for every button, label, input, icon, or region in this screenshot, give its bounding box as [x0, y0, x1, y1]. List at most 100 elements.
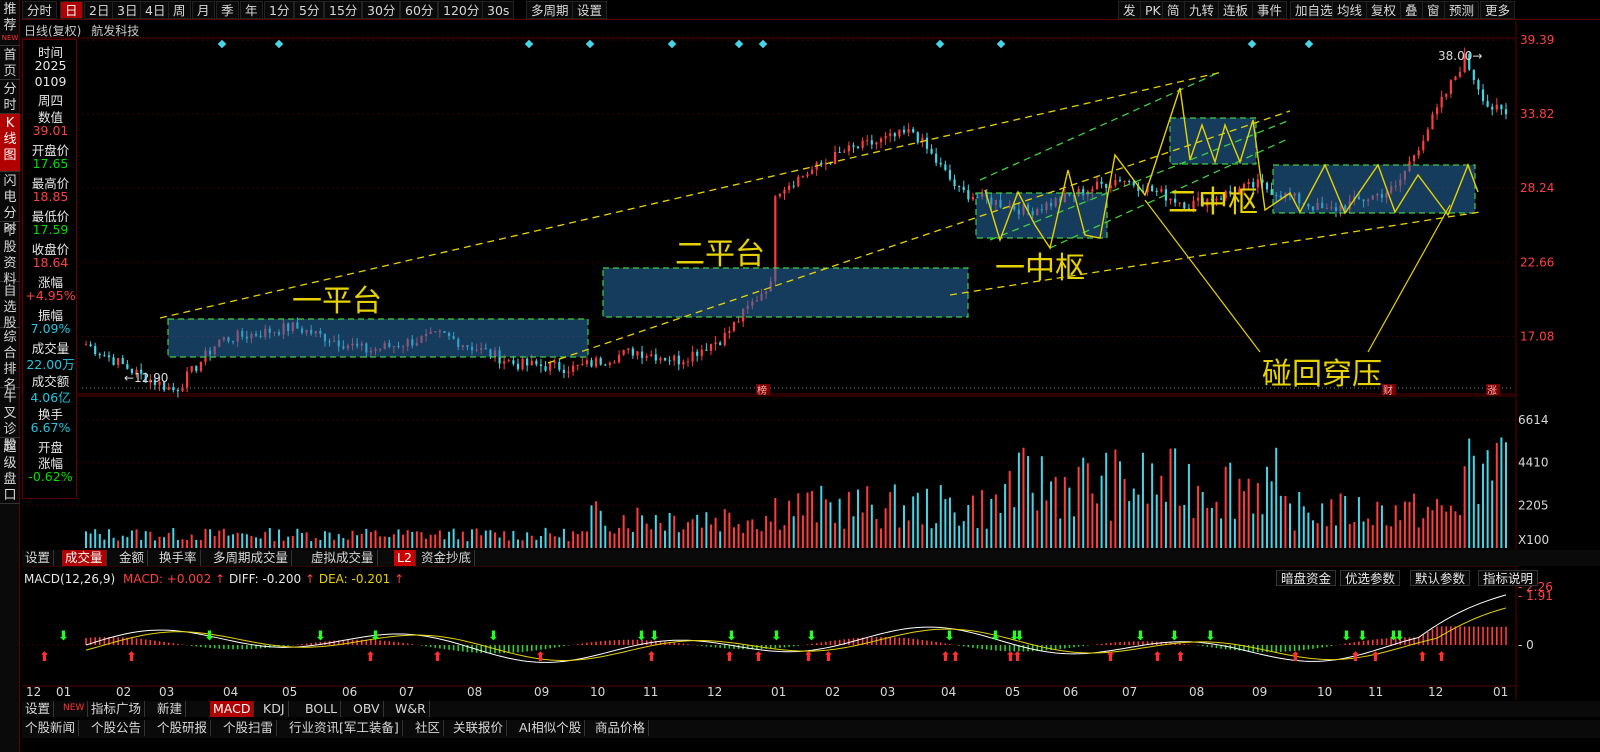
bottom-tab-3[interactable]: 个股扫雷: [220, 720, 278, 736]
candle-body: [797, 176, 800, 187]
period-6[interactable]: 月: [192, 1, 215, 19]
macd-bar: [200, 645, 202, 647]
toolbar-right-3[interactable]: 九转: [1184, 1, 1220, 19]
period-16[interactable]: 多周期: [526, 1, 574, 19]
candle-body: [1472, 69, 1475, 81]
bottom-tab-2[interactable]: 个股研报: [154, 720, 212, 736]
macd-btn-3[interactable]: 指标说明: [1478, 570, 1539, 586]
indicator-tab-6[interactable]: BOLL: [302, 701, 342, 717]
volume-tab-5[interactable]: 虚拟成交量: [308, 550, 378, 566]
left-tab-0[interactable]: 推荐 NEW: [0, 0, 20, 46]
macd-btn-0[interactable]: 暗盘资金: [1276, 570, 1337, 586]
indicator-tab-7[interactable]: OBV: [350, 701, 384, 717]
indicator-tab-4[interactable]: MACD: [210, 701, 255, 717]
toolbar-right-5[interactable]: 事件: [1252, 1, 1288, 19]
candle-body: [236, 331, 239, 342]
annotation-platform1: 一平台: [292, 284, 382, 319]
left-tab-2[interactable]: 分时图: [0, 80, 20, 129]
period-17[interactable]: 设置: [572, 1, 608, 19]
toolbar-right-8[interactable]: 复权: [1366, 1, 1402, 19]
indicator-tab-8[interactable]: W&R: [392, 701, 430, 717]
period-1[interactable]: 日: [60, 1, 83, 19]
period-0[interactable]: 分时: [22, 1, 58, 19]
volume-tab-4[interactable]: 多周期成交量: [210, 550, 293, 566]
indicator-tab-2[interactable]: 指标广场: [88, 701, 146, 717]
left-tab-6[interactable]: 自选股: [0, 282, 20, 331]
volume-bar: [1449, 505, 1452, 548]
toolbar-right-11[interactable]: 预测: [1444, 1, 1480, 19]
period-10[interactable]: 5分: [294, 1, 325, 19]
indicator-tab-3[interactable]: 新建: [154, 701, 187, 717]
candle-body: [985, 192, 988, 198]
macd-header: MACD(12,26,9) MACD: +0.002 ↑ DIFF: -0.20…: [24, 572, 405, 586]
bottom-tab-0[interactable]: 个股新闻: [22, 720, 80, 736]
period-4[interactable]: 4日: [140, 1, 171, 19]
left-tab-3[interactable]: K线图: [0, 114, 20, 172]
macd-bar: [673, 642, 676, 645]
indicator-tab-1[interactable]: NEW: [60, 701, 89, 717]
period-12[interactable]: 30分: [362, 1, 401, 19]
bottom-tab-8[interactable]: 商品价格: [592, 720, 650, 736]
period-3[interactable]: 3日: [112, 1, 143, 19]
volume-tab-6[interactable]: L2: [394, 550, 416, 566]
candle-body: [135, 369, 138, 374]
left-tab-8[interactable]: 牛叉诊股: [0, 388, 20, 453]
info-value: 18.85: [32, 189, 69, 204]
macd-btn-1[interactable]: 优选参数: [1340, 570, 1401, 586]
macd-btn-2[interactable]: 默认参数: [1410, 570, 1471, 586]
volume-tab-1[interactable]: 成交量: [62, 550, 107, 566]
period-2[interactable]: 2日: [84, 1, 115, 19]
volume-bar: [944, 499, 947, 548]
candle-body: [673, 355, 676, 361]
toolbar-right-7[interactable]: 均线: [1332, 1, 1368, 19]
sell-signal-arrow: ⬇: [370, 629, 381, 644]
volume-bar: [1137, 494, 1140, 548]
macd-bar: [880, 636, 882, 645]
left-tab-9[interactable]: 超级盘口: [0, 438, 20, 504]
volume-tab-0[interactable]: 设置: [22, 550, 55, 566]
bottom-tab-6[interactable]: 关联报价: [450, 720, 508, 736]
volume-tab-3[interactable]: 换手率: [156, 550, 201, 566]
period-8[interactable]: 年: [240, 1, 263, 19]
candle-body: [1449, 80, 1452, 94]
toolbar-right-12[interactable]: 更多: [1480, 1, 1516, 19]
left-tab-7[interactable]: 综合排名: [0, 328, 20, 393]
volume-tab-2[interactable]: 金额: [116, 550, 149, 566]
candle-body: [121, 358, 124, 365]
bottom-tab-5[interactable]: 社区: [412, 720, 445, 736]
left-tab-4[interactable]: 闪电分时: [0, 172, 20, 237]
toolbar-right-10[interactable]: 窗: [1422, 1, 1445, 19]
candle-body: [1219, 198, 1223, 200]
indicator-tab-0[interactable]: 设置: [22, 701, 55, 717]
main-chart[interactable]: 39.39 33.82 28.24 22.66 17.08 一平台 二平台 一中枢 二中枢碰回穿…: [0, 0, 1600, 752]
period-7[interactable]: 季: [216, 1, 239, 19]
toolbar-right-2[interactable]: 简: [1162, 1, 1185, 19]
volume-tab-label: 成交量: [65, 550, 103, 565]
toolbar-right-9[interactable]: 叠: [1400, 1, 1423, 19]
period-14[interactable]: 120分: [438, 1, 485, 19]
volume-tab-7[interactable]: 资金抄底: [418, 550, 476, 566]
macd-bar: [916, 639, 919, 645]
period-9[interactable]: 1分: [264, 1, 295, 19]
toolbar-right-label: 事件: [1257, 3, 1283, 18]
period-15[interactable]: 30s: [482, 1, 515, 19]
left-tab-5[interactable]: 个股资料: [0, 222, 20, 287]
period-11[interactable]: 15分: [324, 1, 363, 19]
candle-body: [1367, 199, 1370, 202]
sell-signal-arrow: ⬇: [1357, 629, 1368, 644]
volume-bar: [558, 537, 561, 548]
left-tab-1[interactable]: 首页: [0, 46, 20, 80]
volume-bar: [402, 534, 405, 548]
indicator-tab-5[interactable]: KDJ: [260, 701, 289, 717]
bottom-tab-1[interactable]: 个股公告: [88, 720, 146, 736]
toolbar-right-0[interactable]: 发: [1118, 1, 1141, 19]
candle-body: [475, 349, 478, 351]
toolbar-right-4[interactable]: 连板: [1218, 1, 1254, 19]
bottom-tab-7[interactable]: AI相似个股: [516, 720, 586, 736]
toolbar-right-6[interactable]: 加自选: [1290, 1, 1338, 19]
period-5[interactable]: 周: [168, 1, 191, 19]
bottom-tab-4[interactable]: 行业资讯[军工装备]: [286, 720, 403, 736]
candle-body: [204, 350, 207, 362]
volume-bar: [94, 529, 97, 548]
period-13[interactable]: 60分: [400, 1, 439, 19]
